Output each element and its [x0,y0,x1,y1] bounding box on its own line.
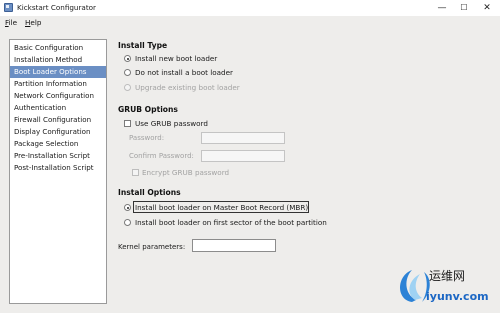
menu-help[interactable]: Help [25,18,41,27]
close-button[interactable]: ✕ [476,0,498,16]
install-mbr-label[interactable]: Install boot loader on Master Boot Recor… [135,203,308,212]
sidebar-item-post-installation-script[interactable]: Post-Installation Script [10,162,106,174]
window-title: Kickstart Configurator [17,3,96,12]
grub-options-heading: GRUB Options [118,105,178,114]
sidebar-item-firewall-configuration[interactable]: Firewall Configuration [10,114,106,126]
install-mbr-radio[interactable] [124,204,131,211]
no-bootloader-radio[interactable] [124,69,131,76]
use-grub-password-checkbox[interactable] [124,120,131,127]
title-bar: Kickstart Configurator — ☐ ✕ [0,0,500,16]
kernel-parameters-field[interactable] [192,239,276,252]
upgrade-bootloader-label: Upgrade existing boot loader [135,83,240,92]
watermark-name: 运维网 [429,269,466,283]
sidebar-item-network-configuration[interactable]: Network Configuration [10,90,106,102]
sidebar-item-partition-information[interactable]: Partition Information [10,78,106,90]
sidebar-item-package-selection[interactable]: Package Selection [10,138,106,150]
watermark: 运维网 iyunv.com [394,262,500,313]
sidebar-item-authentication[interactable]: Authentication [10,102,106,114]
sidebar-item-display-configuration[interactable]: Display Configuration [10,126,106,138]
sidebar-item-installation-method[interactable]: Installation Method [10,54,106,66]
menu-file[interactable]: File [5,18,17,27]
app-icon [4,3,13,12]
install-options-heading: Install Options [118,188,181,197]
confirm-password-field[interactable] [201,150,285,162]
sidebar-item-pre-installation-script[interactable]: Pre-Installation Script [10,150,106,162]
sidebar-item-basic-configuration[interactable]: Basic Configuration [10,42,106,54]
confirm-password-label: Confirm Password: [129,152,194,160]
section-list: Basic Configuration Installation Method … [9,39,107,304]
install-type-heading: Install Type [118,41,168,50]
install-boot-partition-label[interactable]: Install boot loader on first sector of t… [135,218,327,227]
kickstart-window: Kickstart Configurator — ☐ ✕ File Help B… [0,0,500,313]
upgrade-bootloader-radio [124,84,131,91]
install-new-bootloader-radio[interactable] [124,55,131,62]
grub-password-field[interactable] [201,132,285,144]
install-new-bootloader-label[interactable]: Install new boot loader [135,54,217,63]
use-grub-password-label[interactable]: Use GRUB password [135,119,208,128]
encrypt-grub-password-checkbox [132,169,139,176]
menu-bar: File Help [0,16,500,29]
watermark-url: iyunv.com [426,290,489,303]
grub-password-label: Password: [129,134,165,142]
maximize-button[interactable]: ☐ [453,0,475,16]
kernel-parameters-label: Kernel parameters: [118,243,186,251]
minimize-button[interactable]: — [431,0,453,16]
no-bootloader-label[interactable]: Do not install a boot loader [135,68,233,77]
sidebar-item-boot-loader-options[interactable]: Boot Loader Options [10,66,106,78]
encrypt-grub-password-label: Encrypt GRUB password [142,168,230,177]
install-boot-partition-radio[interactable] [124,219,131,226]
